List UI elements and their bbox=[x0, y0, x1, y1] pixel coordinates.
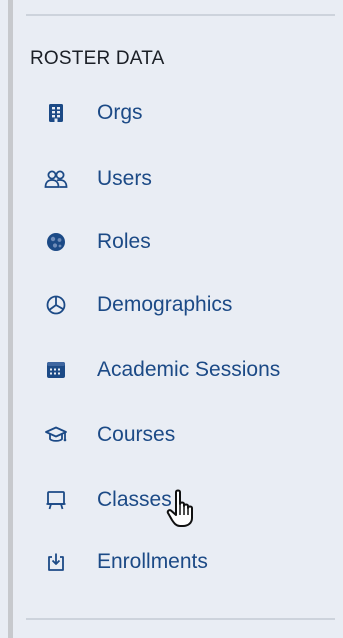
users-icon bbox=[44, 167, 68, 191]
sidebar-item-academic-sessions[interactable]: Academic Sessions bbox=[44, 350, 280, 390]
sidebar-item-label: Demographics bbox=[97, 293, 233, 316]
sidebar-item-enrollments[interactable]: Enrollments bbox=[44, 542, 208, 582]
sidebar-item-roles[interactable]: Roles bbox=[44, 222, 151, 262]
sidebar-item-courses[interactable]: Courses bbox=[44, 415, 175, 455]
calendar-icon bbox=[44, 358, 68, 382]
sidebar-item-demographics[interactable]: Demographics bbox=[44, 285, 232, 325]
sidebar-item-label: Academic Sessions bbox=[97, 358, 281, 381]
sidebar-item-orgs[interactable]: Orgs bbox=[44, 93, 143, 133]
section-title: ROSTER DATA bbox=[30, 48, 165, 69]
graduation-cap-icon bbox=[44, 423, 68, 447]
sidebar-item-label: Roles bbox=[97, 230, 151, 253]
enroll-icon bbox=[44, 550, 68, 574]
bottom-divider bbox=[26, 618, 335, 620]
top-divider bbox=[26, 14, 335, 16]
sidebar-item-label: Enrollments bbox=[97, 550, 208, 573]
sidebar-item-label: Users bbox=[97, 167, 152, 190]
pie-chart-icon bbox=[44, 293, 68, 317]
roster-sidebar: ROSTER DATA Orgs Users Roles Demographic… bbox=[0, 0, 343, 638]
sidebar-item-users[interactable]: Users bbox=[44, 159, 152, 199]
sidebar-item-classes[interactable]: Classes bbox=[44, 480, 172, 520]
building-icon bbox=[44, 101, 68, 125]
hand-pointer-icon bbox=[166, 488, 200, 528]
sidebar-border bbox=[8, 0, 13, 638]
sidebar-item-label: Orgs bbox=[97, 101, 143, 124]
whiteboard-icon bbox=[44, 488, 68, 512]
sidebar-item-label: Classes bbox=[97, 488, 172, 511]
sidebar-item-label: Courses bbox=[97, 423, 176, 446]
roles-icon bbox=[44, 230, 68, 254]
